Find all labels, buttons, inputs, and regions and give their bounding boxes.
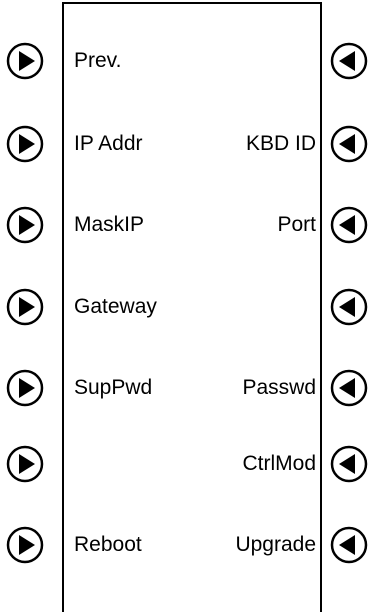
play-right-icon [6, 288, 44, 326]
softkey-label-suppwd: SupPwd [74, 376, 153, 399]
softkey-label-kbd-id: KBD ID [245, 132, 316, 155]
right-softkey-6[interactable] [329, 444, 369, 484]
play-right-icon [6, 125, 44, 163]
left-softkey-2[interactable] [5, 124, 45, 164]
softkey-label-upgrade: Upgrade [235, 533, 316, 556]
softkey-row: IP Addr KBD ID [0, 124, 375, 164]
softkey-row: Reboot Upgrade [0, 525, 375, 565]
play-left-icon [330, 288, 368, 326]
right-softkey-2[interactable] [329, 124, 369, 164]
right-softkey-7[interactable] [329, 525, 369, 565]
play-right-icon [6, 369, 44, 407]
play-left-icon [330, 206, 368, 244]
softkey-label-port: Port [277, 213, 316, 236]
right-softkey-4[interactable] [329, 287, 369, 327]
softkey-row: Prev. [0, 41, 375, 81]
left-softkey-6[interactable] [5, 444, 45, 484]
right-softkey-3[interactable] [329, 205, 369, 245]
left-softkey-7[interactable] [5, 525, 45, 565]
right-softkey-1[interactable] [329, 41, 369, 81]
play-right-icon [6, 526, 44, 564]
play-left-icon [330, 42, 368, 80]
softkey-label-passwd: Passwd [242, 376, 316, 399]
softkey-label-reboot: Reboot [74, 533, 142, 556]
softkey-row: MaskIP Port [0, 205, 375, 245]
left-softkey-4[interactable] [5, 287, 45, 327]
right-softkey-5[interactable] [329, 368, 369, 408]
play-left-icon [330, 526, 368, 564]
left-softkey-5[interactable] [5, 368, 45, 408]
softkey-label-gateway: Gateway [74, 295, 157, 318]
left-softkey-1[interactable] [5, 41, 45, 81]
softkey-label-maskip: MaskIP [74, 213, 145, 236]
softkey-label-ctrlmod: CtrlMod [242, 452, 316, 475]
softkey-label-ip-addr: IP Addr [74, 132, 143, 155]
play-left-icon [330, 445, 368, 483]
softkey-row: CtrlMod [0, 444, 375, 484]
left-softkey-3[interactable] [5, 205, 45, 245]
play-right-icon [6, 206, 44, 244]
softkey-row: Gateway [0, 287, 375, 327]
play-left-icon [330, 125, 368, 163]
play-right-icon [6, 445, 44, 483]
play-right-icon [6, 42, 44, 80]
softkey-label-prev: Prev. [74, 49, 122, 72]
softkey-row: SupPwd Passwd [0, 368, 375, 408]
play-left-icon [330, 369, 368, 407]
